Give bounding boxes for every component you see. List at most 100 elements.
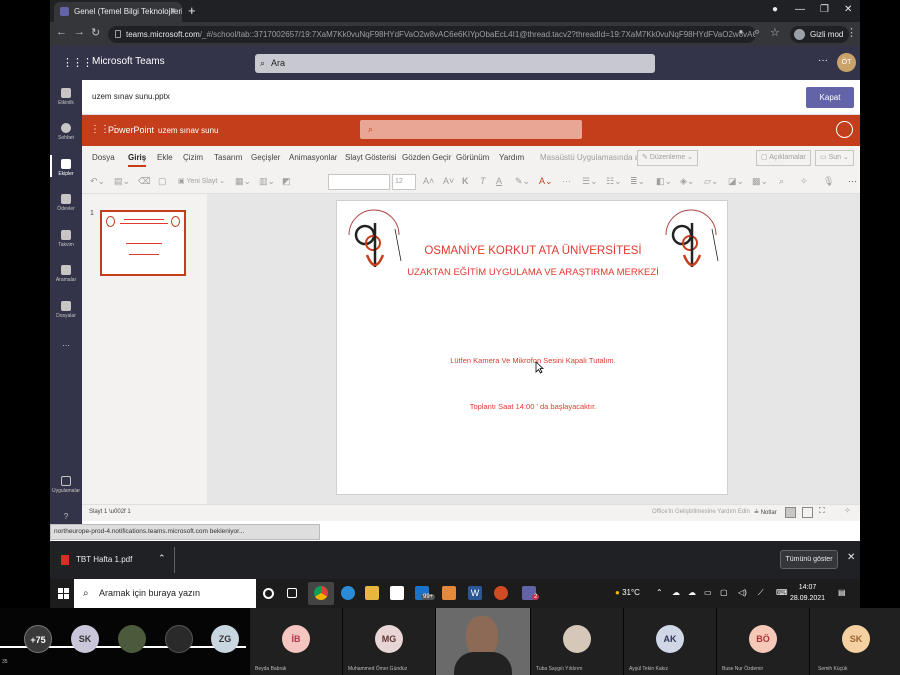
battery-icon[interactable]: ▭: [704, 588, 712, 597]
forward-icon[interactable]: →: [74, 26, 85, 38]
open-desktop-app[interactable]: Masaüstü Uygulamasında aç: [540, 153, 643, 162]
tab-file[interactable]: Dosya: [92, 153, 115, 162]
teams-search-input[interactable]: ⌕ Ara: [255, 54, 655, 73]
copy-icon[interactable]: ▢: [158, 176, 167, 187]
participant-avatar[interactable]: ZG: [211, 625, 239, 653]
find-icon[interactable]: ⌕: [779, 176, 784, 187]
display-icon[interactable]: ▢: [720, 588, 728, 597]
user-avatar[interactable]: ÖT: [837, 53, 856, 72]
tray-chevron-icon[interactable]: ⌃: [656, 588, 663, 597]
cloud-icon[interactable]: ☁: [688, 588, 696, 597]
incognito-badge[interactable]: Gizli mod: [790, 26, 850, 43]
tab-animations[interactable]: Animasyonlar: [289, 153, 337, 162]
rail-item-files[interactable]: Dosyalar: [50, 301, 82, 319]
align-icon[interactable]: ≣⌄: [630, 176, 645, 187]
participant-photo[interactable]: [165, 625, 193, 653]
onedrive-icon[interactable]: ☁: [672, 588, 680, 597]
slide[interactable]: OSMANİYE KORKUT ATA ÜNİVERSİTESİ UZAKTAN…: [336, 200, 728, 495]
rail-item-calls[interactable]: Aramalar: [50, 265, 82, 283]
file-explorer-icon[interactable]: [365, 586, 379, 600]
chevron-up-icon[interactable]: ⌃: [158, 553, 166, 564]
ppt-search-input[interactable]: ⌕: [360, 120, 582, 139]
rail-item-chat[interactable]: Sohbet: [50, 123, 82, 141]
participant-avatar[interactable]: SK: [71, 625, 99, 653]
task-view-icon[interactable]: [287, 588, 297, 598]
font-size-select[interactable]: 12: [392, 174, 416, 190]
paste-icon[interactable]: ▤⌄: [114, 176, 130, 187]
app-launcher-icon[interactable]: ⋮⋮⋮: [62, 56, 93, 69]
slide-sorter-icon[interactable]: [802, 507, 813, 518]
tab-view[interactable]: Görünüm: [456, 153, 489, 162]
user-icon[interactable]: [836, 121, 853, 138]
vlc-icon[interactable]: [442, 586, 456, 600]
reading-view-icon[interactable]: ⛶: [819, 506, 830, 517]
participant-video-tile[interactable]: [436, 608, 530, 675]
tab-draw[interactable]: Çizim: [183, 153, 203, 162]
underline-icon[interactable]: A: [496, 176, 502, 186]
quick-styles-icon[interactable]: ▩⌄: [752, 176, 768, 187]
extension-icon[interactable]: ▪: [739, 26, 743, 38]
edge-icon[interactable]: [341, 586, 355, 600]
participant-tile[interactable]: Tuba Saygılı Yıldırım: [531, 608, 623, 675]
font-family-select[interactable]: [328, 174, 390, 190]
windows-start-icon[interactable]: [58, 588, 69, 599]
tab-home[interactable]: Giriş: [128, 153, 147, 167]
participant-tile[interactable]: SK Semih Küçük: [810, 608, 900, 675]
grow-font-icon[interactable]: A˄: [423, 176, 434, 186]
download-file-name[interactable]: TBT Hafta 1.pdf: [76, 555, 132, 564]
profile-dot-icon[interactable]: ●: [772, 4, 778, 15]
numbering-icon[interactable]: ☷⌄: [606, 176, 622, 187]
tab-review[interactable]: Gözden Geçir: [402, 153, 451, 162]
document-name[interactable]: uzem sınav sunu: [158, 126, 218, 135]
tab-slideshow[interactable]: Slayt Gösterisi: [345, 153, 397, 162]
bold-icon[interactable]: K: [462, 176, 469, 186]
participant-overflow[interactable]: +75: [24, 625, 52, 653]
browser-tab[interactable]: Genel (Temel Bilgi Teknolojileri) | ×: [54, 2, 182, 22]
rail-item-apps[interactable]: Uygulamalar: [50, 476, 82, 494]
zoom-fit-icon[interactable]: ✧: [844, 506, 855, 517]
reset-icon[interactable]: ◩: [282, 176, 291, 187]
close-download-bar-icon[interactable]: ✕: [847, 552, 855, 563]
rail-item-teams[interactable]: Ekipler: [50, 155, 82, 177]
participant-tile[interactable]: BÖ Buse Nur Özdemir: [717, 608, 809, 675]
undo-icon[interactable]: ↶⌄: [90, 176, 105, 187]
shrink-font-icon[interactable]: A˅: [443, 176, 454, 186]
cortana-icon[interactable]: [263, 588, 274, 599]
edit-mode-dropdown[interactable]: ✎ Düzenleme ⌄: [637, 150, 699, 166]
tab-design[interactable]: Tasarım: [214, 153, 242, 162]
participant-tile[interactable]: MG Muhammed Ömer Gündüz: [343, 608, 435, 675]
show-all-downloads-button[interactable]: Tümünü göster: [780, 550, 838, 569]
notes-button[interactable]: ≟ Notlar: [754, 509, 777, 516]
powerpoint-icon[interactable]: [494, 586, 508, 600]
fill-icon[interactable]: ◈⌄: [680, 176, 694, 187]
weather-widget[interactable]: ● 31°C: [615, 588, 640, 597]
comments-button[interactable]: ▢ Açıklamalar: [756, 150, 811, 166]
notification-center-icon[interactable]: ▤: [838, 588, 846, 597]
tab-help[interactable]: Yardım: [499, 153, 524, 162]
maximize-icon[interactable]: ❐: [820, 4, 829, 15]
normal-view-icon[interactable]: [785, 507, 796, 518]
layout-icon[interactable]: ▦⌄: [235, 176, 251, 187]
more-options-icon[interactable]: ···: [818, 55, 828, 66]
font-color-icon[interactable]: A⌄: [539, 176, 553, 187]
help-improve-link[interactable]: Office'in Geliştirilmesine Yardım Edin: [652, 509, 750, 515]
slide-thumbnail[interactable]: [100, 210, 186, 276]
new-slide-button[interactable]: ▣ Yeni Slayt ⌄: [178, 177, 225, 185]
back-icon[interactable]: ←: [56, 26, 67, 38]
rail-item-activity[interactable]: Etkinlik: [50, 88, 82, 106]
close-tab-icon[interactable]: ×: [170, 2, 176, 22]
url-field[interactable]: teams.microsoft.com/_#/school/tab::37170…: [108, 26, 756, 43]
participant-tile[interactable]: AK Ayşül Tekin Kakız: [624, 608, 716, 675]
bullets-icon[interactable]: ☰⌄: [582, 176, 598, 187]
more-options-icon[interactable]: ···: [848, 176, 857, 186]
more-font-icon[interactable]: ···: [562, 176, 571, 186]
close-window-icon[interactable]: ✕: [844, 4, 852, 15]
taskbar-clock[interactable]: 14:07 28.09.2021: [790, 582, 825, 604]
word-icon[interactable]: W: [468, 586, 482, 600]
present-button[interactable]: ▭ Sun ⌄: [815, 150, 854, 166]
rail-item-calendar[interactable]: Takvim: [50, 230, 82, 248]
highlight-icon[interactable]: ✎⌄: [515, 176, 530, 187]
zoom-icon[interactable]: ⌕: [754, 26, 760, 39]
designer-icon[interactable]: ✧: [800, 176, 808, 187]
browser-menu-icon[interactable]: ⋮: [846, 26, 857, 39]
